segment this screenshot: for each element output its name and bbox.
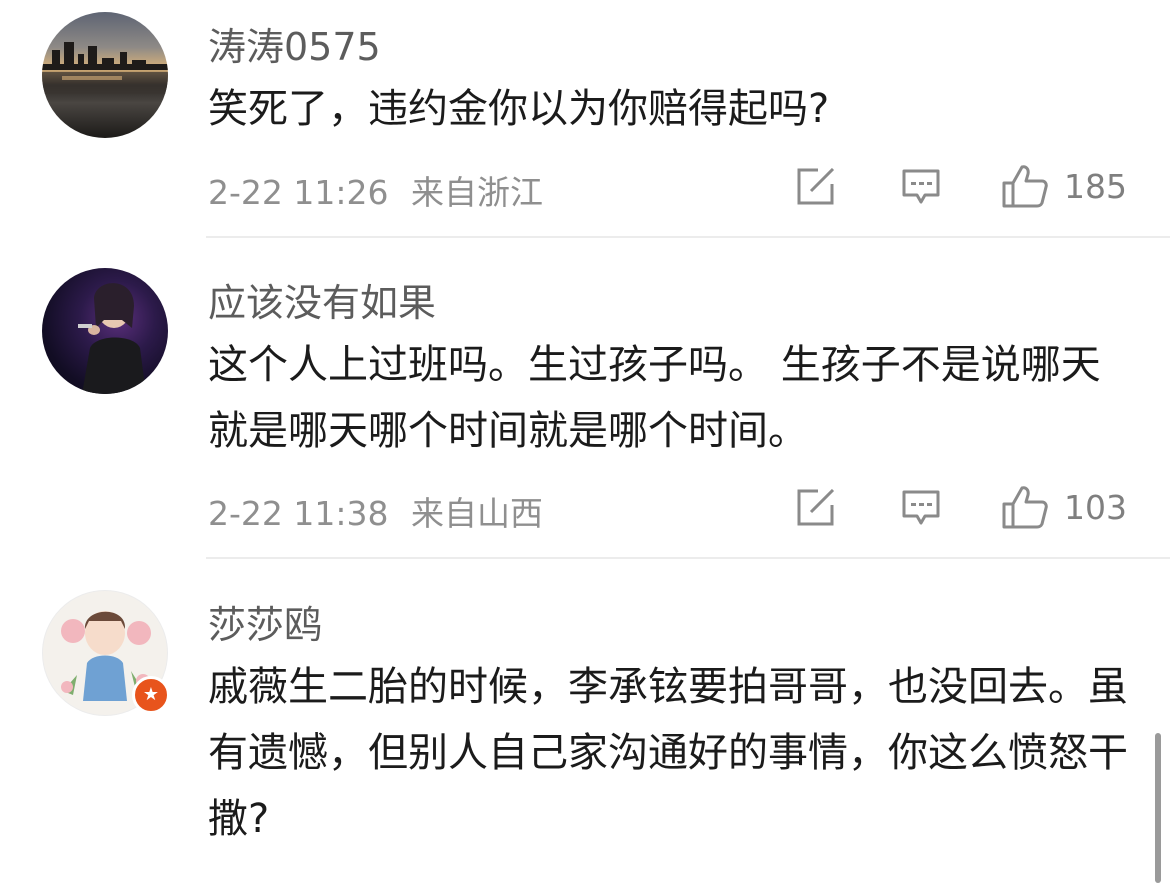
share-icon [797, 489, 835, 526]
avatar-image [78, 283, 146, 394]
like-icon [1002, 165, 1048, 208]
avatar-image [42, 42, 168, 94]
comment-meta: 2-22 11:38 来自山西 [208, 487, 543, 535]
comment-button[interactable] [901, 168, 941, 206]
username[interactable]: 莎莎鸥 [208, 594, 322, 649]
star-badge-icon: ★ [132, 676, 170, 714]
like-button[interactable]: 103 [1002, 484, 1127, 530]
avatar[interactable] [42, 12, 168, 138]
scrollbar[interactable] [1155, 733, 1161, 883]
username[interactable]: 涛涛0575 [208, 16, 381, 71]
comment-text: 戚薇生二胎的时候，李承铉要拍哥哥，也没回去。虽有遗憾，但别人自己家沟通好的事情，… [208, 664, 1128, 842]
comment-meta: 2-22 11:26 来自浙江 [208, 166, 543, 214]
username[interactable]: 应该没有如果 [208, 272, 436, 327]
divider [206, 236, 1170, 238]
share-icon [797, 168, 835, 205]
comment-icon [902, 490, 940, 525]
comment-button[interactable] [901, 489, 941, 527]
comment-location: 来自浙江 [411, 173, 543, 212]
like-icon [1002, 486, 1048, 529]
comment-location: 来自山西 [411, 494, 543, 533]
avatar[interactable] [42, 268, 168, 394]
share-button[interactable] [796, 489, 836, 527]
comment-time: 2-22 11:38 [208, 494, 389, 533]
like-count: 185 [1064, 166, 1127, 206]
comment-icon [902, 169, 940, 204]
like-count: 103 [1064, 487, 1127, 527]
divider [206, 557, 1170, 559]
comment-time: 2-22 11:26 [208, 173, 389, 212]
share-button[interactable] [796, 168, 836, 206]
like-button[interactable]: 185 [1002, 163, 1127, 209]
comment-text: 这个人上过班吗。生过孩子吗。 生孩子不是说哪天就是哪天哪个时间就是哪个时间。 [208, 342, 1101, 454]
comment-text: 笑死了，违约金你以为你赔得起吗? [208, 86, 830, 132]
